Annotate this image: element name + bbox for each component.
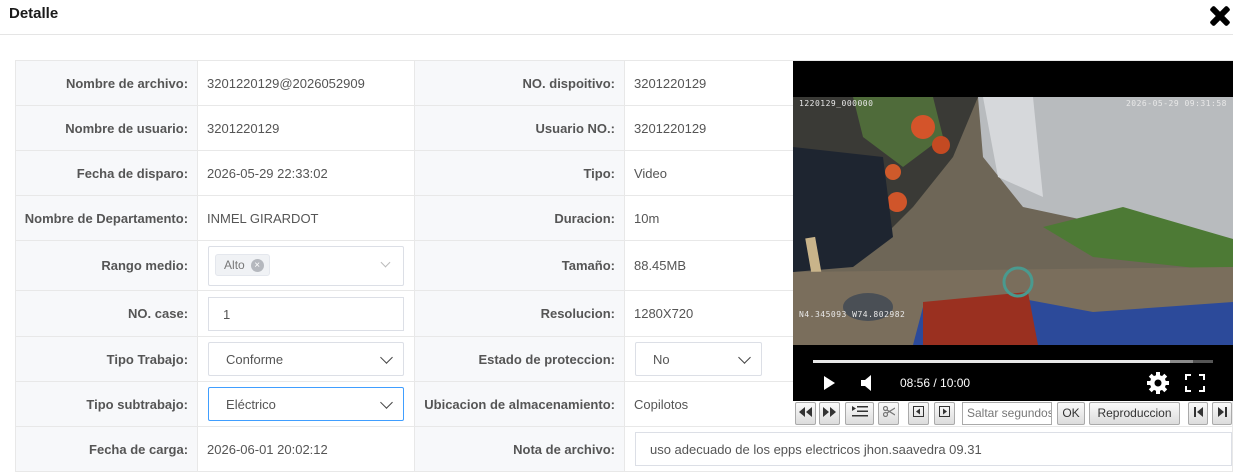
dialog-header: Detalle xyxy=(0,0,1233,35)
video-time: 08:56 / 10:00 xyxy=(900,376,971,390)
filename-value: 3201220129@2026052909 xyxy=(197,60,416,106)
field-label: Tipo: xyxy=(414,150,625,196)
tag-remove-icon[interactable]: × xyxy=(250,258,264,272)
trigger-date-value: 2026-05-29 22:33:02 xyxy=(197,150,416,196)
fast-forward-icon[interactable] xyxy=(819,402,840,425)
rewind-icon[interactable] xyxy=(795,402,816,425)
field-label: Fecha de disparo: xyxy=(14,150,199,196)
field-label: Usuario NO.: xyxy=(414,105,625,151)
gear-icon[interactable] xyxy=(1147,372,1169,394)
field-label: NO. dispoitivo: xyxy=(414,60,625,106)
seek-ok-button[interactable]: OK xyxy=(1057,402,1085,425)
field-label: Fecha de carga: xyxy=(14,426,199,472)
field-label: Nombre de usuario: xyxy=(14,105,199,151)
prev-frame-icon[interactable] xyxy=(908,402,929,425)
video-player[interactable]: 1220129_000000 2026-05-29 09:31:58 N4.34… xyxy=(793,61,1233,401)
field-label: Tipo subtrabajo: xyxy=(14,381,199,427)
dialog-title: Detalle xyxy=(9,5,59,22)
skip-start-icon[interactable] xyxy=(1188,402,1208,425)
case-number-input[interactable]: 1 xyxy=(208,296,405,331)
field-label: Estado de proteccion: xyxy=(414,336,625,382)
range-tag: Alto × xyxy=(215,253,270,276)
osd-timestamp: 2026-05-29 09:31:58 xyxy=(1125,99,1227,108)
player-toolbar: Saltar segundos OK Reproduccion xyxy=(793,401,1233,426)
field-label: Nombre de archivo: xyxy=(14,60,199,106)
fullscreen-icon[interactable] xyxy=(1185,374,1205,392)
next-frame-icon[interactable] xyxy=(934,402,955,425)
work-type-selected: Conforme xyxy=(226,352,284,367)
video-frame: 1220129_000000 2026-05-29 09:31:58 N4.34… xyxy=(793,97,1233,345)
field-label: Ubicacion de almacenamiento: xyxy=(414,381,625,427)
playback-speed-button[interactable]: Reproduccion xyxy=(1089,402,1180,425)
protection-status-select[interactable]: No xyxy=(634,342,762,376)
field-label: Nombre de Departamento: xyxy=(14,195,199,241)
osd-id: 1220129_000000 xyxy=(799,99,874,108)
protection-status-selected: No xyxy=(652,352,670,367)
play-icon[interactable] xyxy=(824,376,835,390)
file-note-input[interactable]: uso adecuado de los epps electricos jhon… xyxy=(634,432,1232,466)
skip-end-icon[interactable] xyxy=(1212,402,1232,425)
field-label: Rango medio: xyxy=(14,240,199,291)
field-label: Tamaño: xyxy=(414,240,625,291)
subwork-type-selected: Eléctrico xyxy=(226,397,276,412)
username-value: 3201220129 xyxy=(197,105,416,151)
volume-icon[interactable] xyxy=(861,375,875,391)
subwork-type-select[interactable]: Eléctrico xyxy=(208,387,405,421)
played-bar xyxy=(813,360,1171,363)
table-row: Fecha de carga: 2026-06-01 20:02:12 Nota… xyxy=(14,426,1233,472)
chevron-down-icon xyxy=(380,396,393,409)
osd-gps: N4.345093 W74.802982 xyxy=(799,310,906,319)
work-type-select[interactable]: Conforme xyxy=(208,342,405,376)
field-label: Tipo Trabajo: xyxy=(14,336,199,382)
close-icon[interactable] xyxy=(1207,3,1233,29)
chevron-down-icon xyxy=(380,257,391,267)
playlist-icon[interactable] xyxy=(845,402,874,425)
field-label: Resolucion: xyxy=(414,290,625,337)
range-tag-label: Alto xyxy=(224,257,245,272)
field-label: Duracion: xyxy=(414,195,625,241)
video-progress-bar[interactable] xyxy=(813,360,1213,363)
scissors-icon[interactable] xyxy=(878,402,899,425)
chevron-down-icon xyxy=(380,351,393,364)
chevron-down-icon xyxy=(738,351,751,364)
department-value: INMEL GIRARDOT xyxy=(197,195,416,241)
upload-date-value: 2026-06-01 20:02:12 xyxy=(197,426,416,472)
range-multiselect[interactable]: Alto × xyxy=(208,245,405,286)
field-label: NO. case: xyxy=(14,290,199,337)
field-label: Nota de archivo: xyxy=(414,426,625,472)
seek-seconds-input[interactable]: Saltar segundos xyxy=(962,402,1052,425)
